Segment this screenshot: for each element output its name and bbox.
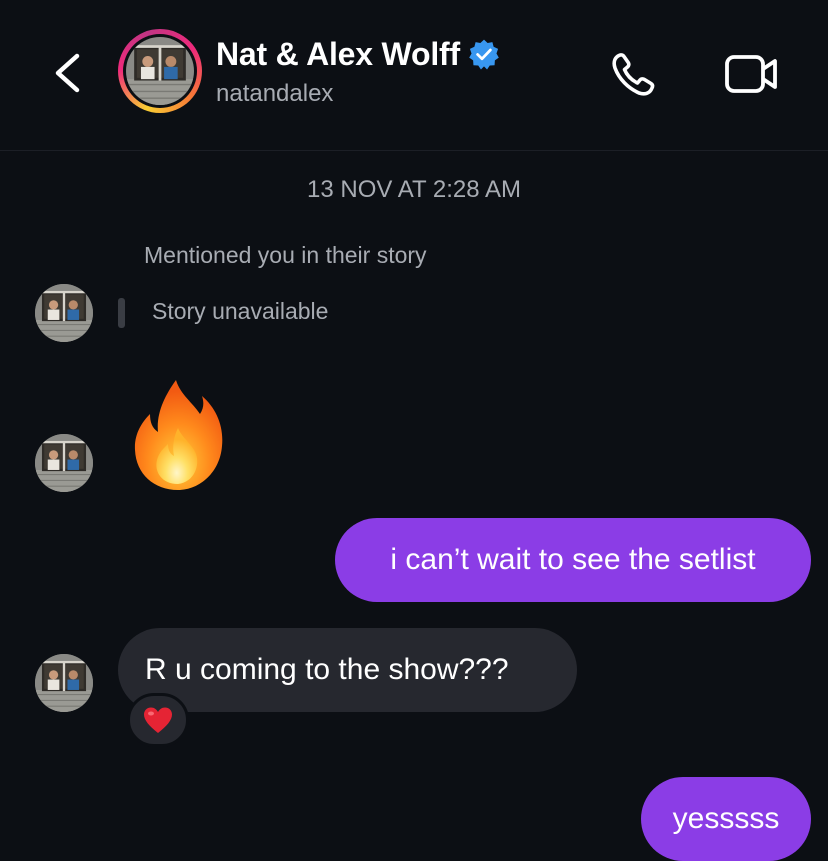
incoming-message[interactable]: R u coming to the show??? — [118, 628, 577, 712]
audio-call-button[interactable] — [606, 46, 662, 102]
back-chevron-icon — [55, 53, 80, 93]
message-text: R u coming to the show??? — [145, 653, 509, 686]
sender-avatar[interactable] — [35, 434, 93, 492]
message-text: i can’t wait to see the setlist — [390, 543, 756, 576]
outgoing-message[interactable]: yesssss — [641, 777, 811, 861]
chat-header: Nat & Alex Wolff natandalex — [0, 0, 828, 151]
phone-icon — [612, 53, 655, 96]
direct-message-screen: Nat & Alex Wolff natandalex 13 NOV AT 2:… — [0, 0, 828, 861]
fire-emoji-message[interactable] — [130, 378, 226, 492]
video-call-button[interactable] — [722, 46, 782, 102]
message-reaction[interactable] — [127, 693, 189, 747]
profile-photo — [126, 37, 194, 105]
message-text: yesssss — [672, 802, 780, 835]
outgoing-message[interactable]: i can’t wait to see the setlist — [335, 518, 811, 602]
back-button[interactable] — [46, 48, 90, 98]
sender-avatar[interactable] — [35, 654, 93, 712]
fire-emoji — [134, 380, 223, 490]
video-camera-icon — [725, 55, 777, 93]
sender-avatar[interactable] — [35, 284, 93, 342]
profile-name-row[interactable]: Nat & Alex Wolff — [216, 34, 500, 74]
red-heart-emoji — [144, 707, 172, 733]
profile-username: natandalex — [216, 80, 334, 107]
story-mention-label: Mentioned you in their story — [144, 242, 427, 268]
thread-timestamp: 13 NOV AT 2:28 AM — [307, 176, 521, 203]
verified-badge-icon — [469, 39, 499, 70]
story-unavailable-text[interactable]: Story unavailable — [152, 298, 328, 325]
story-reply-bar — [118, 298, 125, 328]
profile-avatar[interactable] — [118, 29, 202, 113]
profile-name: Nat & Alex Wolff — [216, 35, 460, 72]
